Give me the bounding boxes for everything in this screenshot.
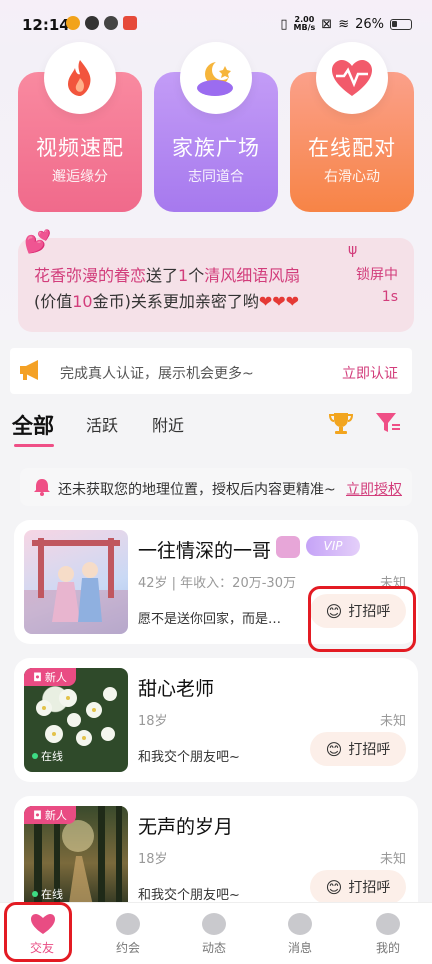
greet-button[interactable]: 😊 打招呼 [310, 870, 406, 904]
feature-subtitle: 志同道合 [188, 169, 244, 185]
moon-cloud-icon [180, 42, 252, 114]
highlight-box-nav [4, 902, 72, 962]
app-red-icon [123, 16, 137, 30]
tab-indicator [14, 444, 54, 447]
user-distance: 未知 [379, 714, 406, 729]
user-intro: 愿不是送你回家，而是… [138, 612, 282, 627]
tab-nearby[interactable]: 附近 [152, 412, 184, 436]
nav-item-me[interactable]: 我的 [358, 913, 418, 956]
filter-icon[interactable] [374, 410, 402, 440]
badge-icon: ◘ [33, 670, 42, 684]
user-photo[interactable]: ◘ 新人 在线 [24, 806, 128, 910]
nav-item-messages[interactable]: 消息 [270, 913, 330, 956]
vibrate-icon: ▯ [280, 16, 288, 32]
user-name: 一往情深的一哥 [138, 540, 272, 562]
wifi-icon: ≋ [338, 16, 350, 32]
app-clover-icon [104, 16, 118, 30]
compass-icon [202, 913, 226, 935]
person-icon [376, 913, 400, 935]
user-name: 甜心老师 [138, 678, 215, 700]
user-meta: 18岁 [138, 714, 168, 729]
user-distance: 未知 [379, 852, 406, 867]
lock-status: 锁屏中 1s [356, 267, 398, 305]
greet-button[interactable]: 😊 打招呼 [310, 732, 406, 766]
new-user-badge: ◘ 新人 [24, 668, 76, 686]
heart-bubble-icon [116, 913, 140, 935]
online-status: 在线 [32, 748, 63, 764]
heartbeat-icon [316, 42, 388, 114]
feature-title: 在线配对 [308, 136, 396, 160]
user-meta: 18岁 [138, 852, 168, 867]
filter-tabs: 全部 活跃 附近 [0, 400, 432, 450]
location-text: 还未获取您的地理位置，授权后内容更精准~ [58, 482, 336, 498]
megaphone-icon [18, 358, 44, 386]
status-time: 12:14 [22, 16, 70, 34]
user-card[interactable]: ◘ 新人 在线 甜心老师 18岁 未知 和我交个朋友吧~ 😊 打招呼 [14, 658, 418, 782]
user-intro: 和我交个朋友吧~ [138, 750, 240, 765]
verify-banner: 完成真人认证，展示机会更多~ 立即认证 [10, 348, 412, 394]
chat-icon [288, 913, 312, 935]
app-swirl-icon [85, 16, 99, 30]
verify-button[interactable]: 立即认证 [342, 363, 398, 383]
user-intro: 和我交个朋友吧~ [138, 888, 240, 903]
status-right: ▯ 2.00 MB/s ⊠ ≋ 26% [280, 16, 412, 32]
user-name: 无声的岁月 [138, 816, 234, 838]
feature-title: 家族广场 [172, 136, 260, 160]
badge-icon: ◘ [33, 808, 42, 822]
vip-badge: VIP [306, 536, 360, 556]
hearts-icon: ❤❤❤ [258, 292, 300, 311]
new-user-badge: ◘ 新人 [24, 806, 76, 824]
trophy-icon[interactable] [328, 410, 354, 440]
feature-subtitle: 邂逅缘分 [52, 169, 108, 185]
fan-icon: ψ [348, 242, 358, 258]
notification-icons [66, 16, 137, 30]
user-photo[interactable]: ◘ 新人 在线 [24, 668, 128, 772]
smile-face-icon: 😊 [325, 739, 343, 759]
notice-gift: 清风细语风扇 [204, 266, 301, 285]
online-status: 在线 [32, 886, 63, 902]
highlight-box-greet [308, 586, 416, 652]
feature-subtitle: 右滑心动 [324, 169, 380, 185]
hearts-icon: 💕 [24, 230, 52, 255]
smile-face-icon: 😊 [325, 877, 343, 897]
user-meta: 42岁 | 年收入：20万-30万 [138, 576, 296, 591]
no-sim-icon: ⊠ [321, 16, 333, 32]
weibo-icon [66, 16, 80, 30]
network-speed: 2.00 MB/s [293, 15, 316, 32]
feature-title: 视频速配 [36, 136, 124, 160]
tab-all[interactable]: 全部 [12, 410, 54, 440]
gift-notice[interactable]: 💕 花香弥漫的眷恋送了1个清风细语风扇 (价值10金币)关系更加亲密了哟❤❤❤ … [18, 230, 414, 332]
bell-icon [34, 478, 50, 500]
nav-item-moments[interactable]: 动态 [184, 913, 244, 956]
notice-sender: 花香弥漫的眷恋 [34, 266, 147, 285]
gender-badge-icon [276, 536, 300, 558]
location-banner: 还未获取您的地理位置，授权后内容更精准~ 立即授权 [20, 468, 412, 506]
battery-icon [390, 18, 412, 30]
tab-active[interactable]: 活跃 [86, 412, 118, 436]
nav-item-dating[interactable]: 约会 [98, 913, 158, 956]
verify-text: 完成真人认证，展示机会更多~ [60, 366, 254, 382]
fire-icon [44, 42, 116, 114]
user-photo[interactable] [24, 530, 128, 634]
authorize-button[interactable]: 立即授权 [346, 479, 402, 499]
battery-percent: 26% [355, 16, 384, 32]
